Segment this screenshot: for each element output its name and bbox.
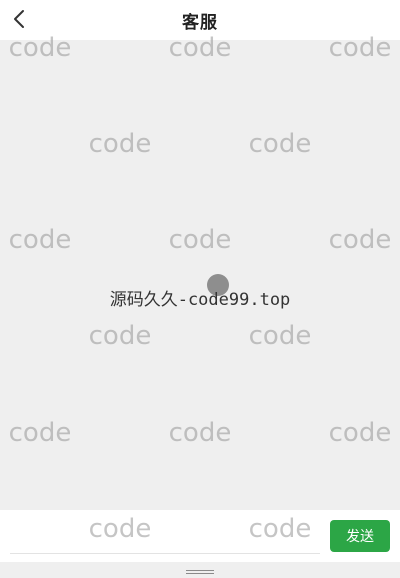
chat-message-area: 源码久久-code99.top	[0, 40, 400, 510]
message-input[interactable]	[10, 518, 320, 554]
drag-handle-icon[interactable]	[186, 570, 214, 576]
chat-notice-text: 源码久久-code99.top	[109, 290, 291, 310]
header-bar: 客服	[0, 0, 400, 40]
page-title: 客服	[182, 13, 218, 33]
bottom-bar	[0, 562, 400, 578]
send-button[interactable]: 发送	[330, 520, 390, 552]
message-composer: 发送	[0, 510, 400, 562]
